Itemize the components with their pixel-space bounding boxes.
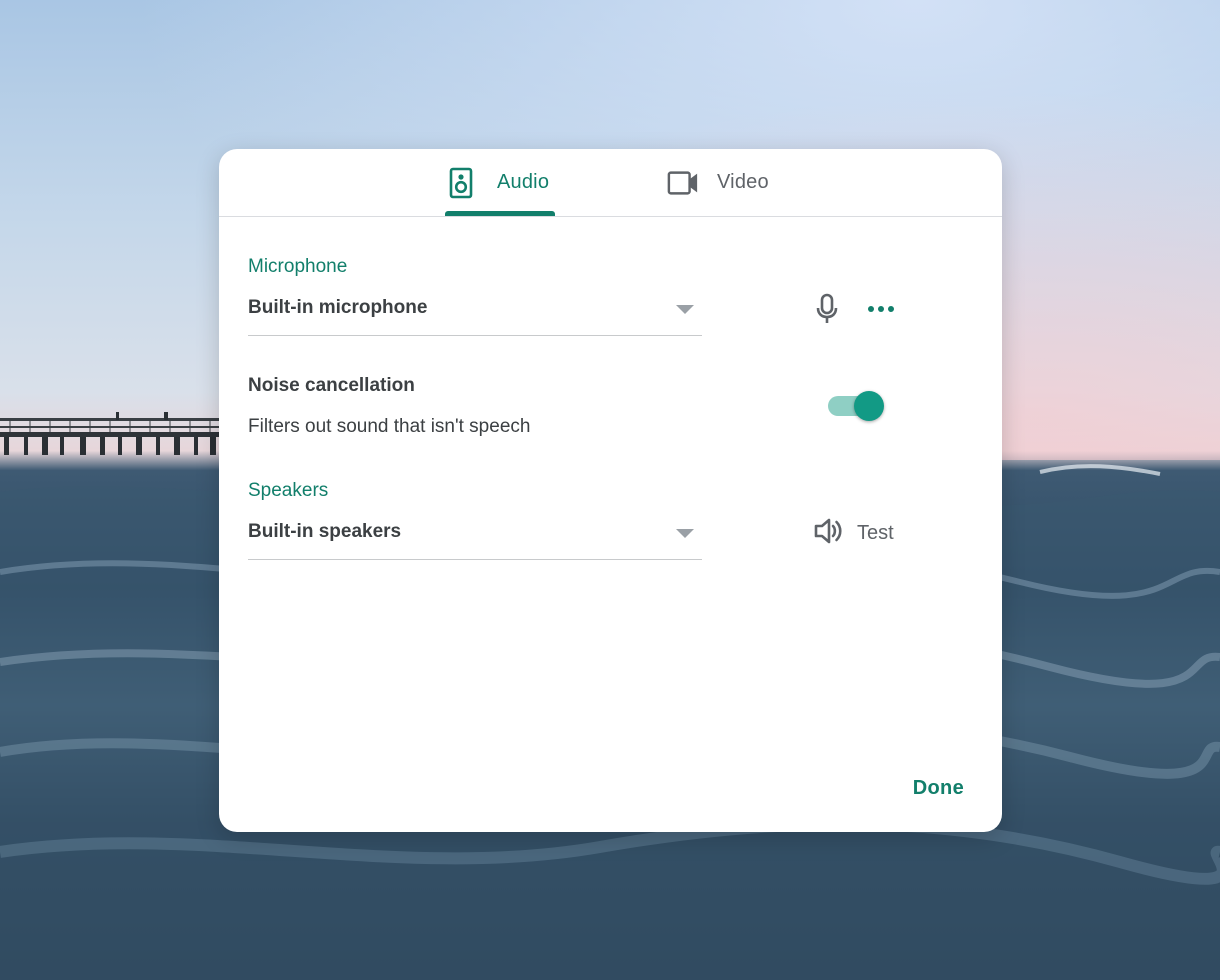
- volume-icon: [813, 517, 843, 550]
- noise-cancellation-description: Filters out sound that isn't speech: [248, 416, 531, 437]
- speakers-select-value: Built-in speakers: [248, 521, 402, 542]
- test-speakers-button[interactable]: Test: [813, 513, 894, 553]
- tab-bar: Audio Video: [219, 149, 1002, 217]
- noise-cancellation-toggle[interactable]: [827, 390, 885, 422]
- done-button[interactable]: Done: [913, 777, 964, 800]
- chevron-down-icon: [676, 529, 694, 538]
- microphone-select-value: Built-in microphone: [248, 297, 428, 318]
- microphone-section-label: Microphone: [248, 256, 348, 277]
- tab-audio-label: Audio: [497, 171, 550, 193]
- tab-audio[interactable]: Audio: [445, 149, 555, 216]
- tab-video-label: Video: [717, 171, 769, 193]
- microphone-icon[interactable]: [809, 291, 845, 327]
- toggle-knob: [854, 391, 884, 421]
- chevron-down-icon: [676, 305, 694, 314]
- speakers-section-label: Speakers: [248, 480, 329, 501]
- microphone-select[interactable]: Built-in microphone: [248, 289, 702, 336]
- speaker-icon: [445, 167, 477, 199]
- videocam-icon: [667, 167, 699, 199]
- audio-settings-dialog: Audio Video Microphone Built-in micropho…: [219, 149, 1002, 832]
- speakers-select[interactable]: Built-in speakers: [248, 513, 702, 560]
- active-tab-indicator: [445, 211, 555, 216]
- tab-video[interactable]: Video: [667, 149, 787, 216]
- test-speakers-label: Test: [857, 521, 894, 544]
- pier-silhouette: [0, 412, 225, 455]
- more-options-icon[interactable]: [863, 291, 899, 327]
- noise-cancellation-title: Noise cancellation: [248, 375, 415, 396]
